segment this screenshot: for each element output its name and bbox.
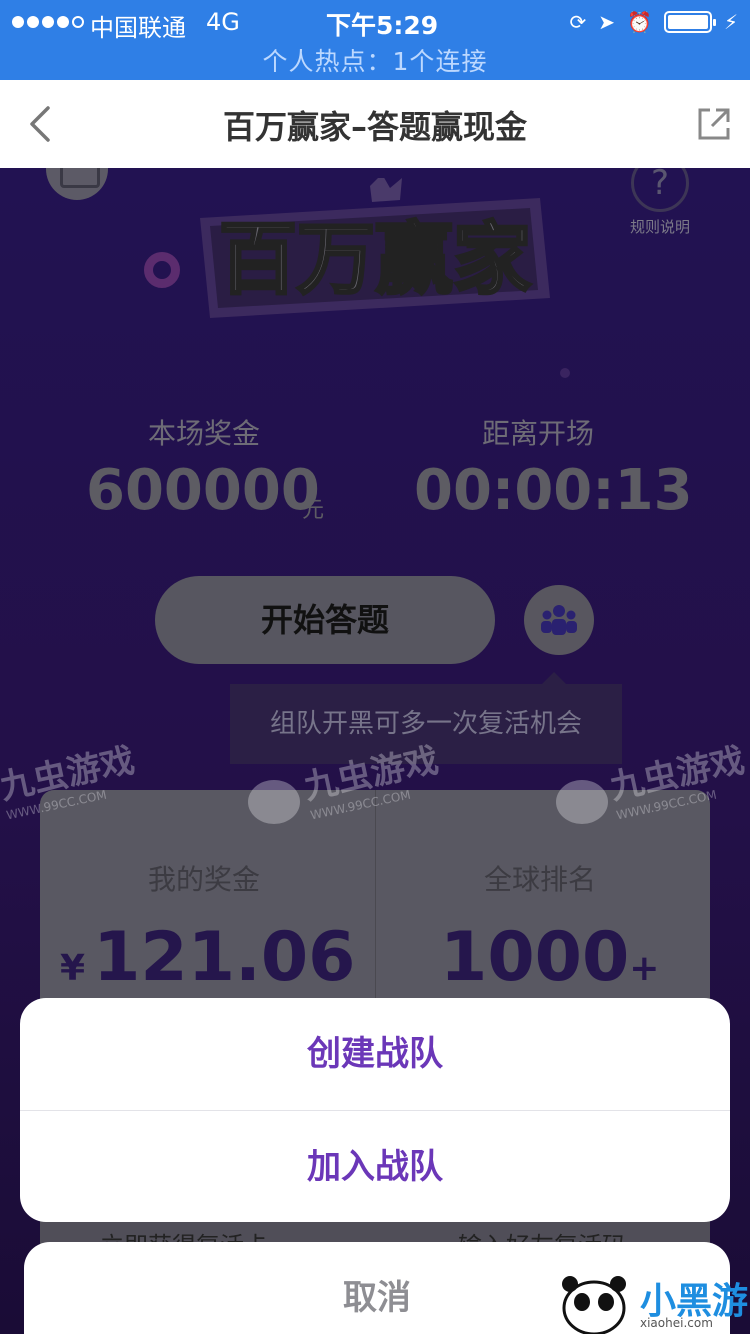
rules-label: 规则说明	[629, 218, 690, 236]
countdown-label: 距离开场	[482, 417, 595, 450]
alarm-icon: ⏰	[627, 10, 652, 34]
logo-text: 百万赢家	[219, 215, 531, 305]
countdown-value: 00:00:13	[414, 458, 693, 523]
action-sheet: 创建战队 加入战队	[20, 998, 730, 1222]
global-rank-value: 1000+	[440, 918, 659, 997]
watermark-logo-icon	[556, 780, 608, 824]
card-divider	[375, 790, 376, 1030]
location-icon: ➤	[598, 10, 616, 34]
status-bar: 中国联通 4G 下午5:29 ⟳ ➤ ⏰ ⚡ 个人热点：1个连接	[0, 0, 750, 80]
signal-strength-icon	[12, 16, 84, 28]
create-team-button[interactable]: 创建战队	[20, 998, 730, 1110]
prize-unit: 元	[302, 498, 325, 523]
join-team-button[interactable]: 加入战队	[20, 1111, 730, 1222]
watermark: 九虫游戏 WWW.99CC.COM	[606, 740, 748, 823]
my-bonus-value: ¥121.06	[60, 918, 355, 997]
game-logo: 百万赢家	[200, 178, 550, 318]
watermark-logo-icon	[248, 780, 300, 824]
decorative-ring	[144, 252, 180, 288]
decorative-dot	[560, 368, 570, 378]
prize-value: 600000	[86, 458, 320, 523]
rotation-lock-icon: ⟳	[569, 10, 587, 34]
navigation-bar: 百万赢家–答题赢现金	[0, 80, 750, 168]
carrier-name: 中国联通	[90, 14, 186, 42]
question-icon: ?	[631, 168, 689, 212]
global-rank-label: 全球排名	[484, 863, 597, 896]
status-time: 下午5:29	[326, 11, 439, 40]
page-title: 百万赢家–答题赢现金	[222, 108, 527, 146]
start-quiz-button[interactable]: 开始答题	[155, 576, 495, 664]
network-type: 4G	[206, 8, 240, 36]
share-icon[interactable]	[696, 106, 732, 142]
corner-url: xiaohei.com	[640, 1316, 713, 1330]
hotspot-banner[interactable]: 个人热点：1个连接	[0, 42, 750, 78]
rank-suffix: +	[629, 948, 660, 989]
charging-icon: ⚡	[723, 10, 738, 34]
currency-symbol: ¥	[60, 948, 86, 989]
rules-button[interactable]: ? 规则说明	[610, 168, 710, 237]
my-bonus-amount: 121.06	[93, 918, 356, 997]
avatar[interactable]	[46, 168, 108, 200]
my-bonus-label: 我的奖金	[148, 863, 261, 896]
battery-icon	[663, 11, 716, 33]
rank-number: 1000	[440, 918, 630, 997]
team-icon[interactable]	[524, 585, 594, 655]
prize-label: 本场奖金	[148, 417, 261, 450]
